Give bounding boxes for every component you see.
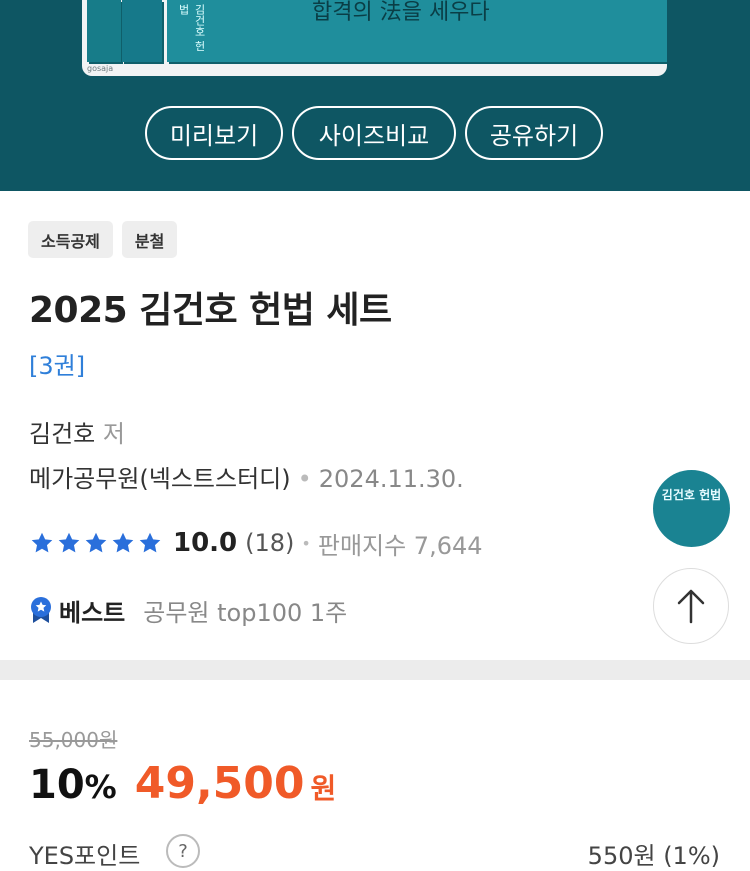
discount-rate: 10 (29, 762, 85, 808)
scroll-top-button[interactable] (653, 568, 729, 644)
price-row: 10% 49,500 원 (29, 758, 336, 814)
separator-dot: • (297, 465, 312, 493)
publish-date: 2024.11.30. (318, 465, 464, 493)
yes-point-value: 550원 (1%) (587, 842, 720, 870)
preview-button[interactable]: 미리보기 (145, 106, 283, 160)
discount-unit: % (84, 768, 117, 806)
publisher-line: 메가공무원(넥스트스터디) • 2024.11.30. (29, 459, 464, 494)
share-button[interactable]: 공유하기 (465, 106, 603, 160)
book-spine-text: 김건호 헌법 (177, 4, 206, 52)
arrow-up-icon (677, 589, 705, 624)
best-badge-icon (31, 597, 51, 623)
book-volume (87, 0, 121, 62)
rating-row[interactable]: 10.0 (18) • 판매지수 7,644 (29, 526, 483, 560)
tag-tax-deduction: 소득공제 (28, 221, 113, 258)
best-label: 베스트 (59, 598, 126, 627)
yes-point-label: YES포인트 (29, 842, 141, 870)
publisher-link[interactable]: 메가공무원(넥스트스터디) (29, 465, 291, 493)
tag-split-binding: 분철 (121, 221, 178, 258)
bestseller-row[interactable]: 베스트 공무원 top100 1주 (29, 590, 347, 630)
author-link[interactable]: 김건호 (29, 420, 95, 448)
star-icon (31, 532, 53, 553)
separator-dot: • (301, 533, 311, 553)
book-tagline: 합격의 法을 세우다 (312, 0, 490, 25)
size-compare-button[interactable]: 사이즈비교 (292, 106, 456, 160)
section-divider (0, 660, 750, 680)
star-icon (139, 532, 161, 553)
star-icon (85, 532, 107, 553)
star-rating (29, 530, 163, 556)
thumbnail-title: 김건호 헌법 (661, 488, 722, 502)
author-suffix: 저 (102, 420, 125, 448)
product-title: 2025 김건호 헌법 세트 (29, 290, 392, 331)
price-unit: 원 (310, 772, 337, 805)
star-icon (112, 532, 134, 553)
sales-index: 판매지수 7,644 (317, 531, 483, 560)
review-count[interactable]: (18) (245, 529, 294, 557)
book-cover-image[interactable]: 김건호 헌법 합격의 法을 세우다 gosaja (82, 0, 667, 76)
publisher-mark: gosaja (87, 64, 114, 73)
book-volume (122, 0, 162, 62)
book-thumbnail[interactable]: 김건호 헌법 (653, 470, 730, 547)
best-rank: 공무원 top100 1주 (143, 598, 348, 627)
rating-score: 10.0 (173, 528, 238, 558)
help-icon[interactable]: ? (166, 834, 200, 868)
book-image-area[interactable]: 김건호 헌법 합격의 法을 세우다 gosaja 미리보기 사이즈비교 공유하기 (0, 0, 750, 191)
product-tags: 소득공제 분철 (28, 221, 178, 258)
star-icon (58, 532, 80, 553)
sale-price: 49,500 (134, 758, 305, 809)
author-line: 김건호 저 (29, 414, 125, 449)
original-price: 55,000원 (29, 728, 118, 752)
volume-count: [3권] (29, 352, 86, 380)
